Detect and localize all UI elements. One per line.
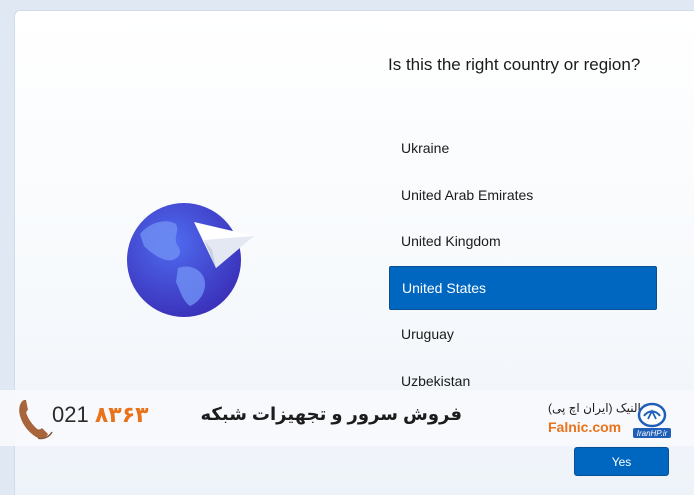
country-item-ukraine[interactable]: Ukraine [389, 126, 657, 170]
globe-icon [127, 203, 254, 317]
country-label: Uzbekistan [401, 372, 471, 389]
country-item-united-states[interactable]: United States [389, 265, 657, 310]
banner-slogan: فروش سرور و تجهیزات شبکه [200, 404, 462, 424]
country-label: United States [402, 279, 487, 296]
page-title: Is this the right country or region? [388, 55, 641, 74]
phone-number: 021 ۸۳۶۳ [52, 402, 149, 428]
logo-text: IranHP.ir [637, 429, 668, 438]
yes-button[interactable]: Yes [574, 447, 669, 476]
country-label: Ukraine [401, 140, 450, 156]
phone-area-code: 021 [52, 402, 89, 427]
phone-digits: ۸۳۶۳ [94, 402, 149, 427]
country-label: United Arab Emirates [401, 186, 534, 203]
country-label: Uruguay [401, 326, 454, 342]
phone-icon [19, 400, 53, 440]
iranhp-logo-icon: IranHP.ir [633, 402, 671, 438]
country-item-united-kingdom[interactable]: United Kingdom [389, 219, 657, 263]
country-item-united-arab-emirates[interactable]: United Arab Emirates [389, 173, 657, 217]
country-item-uruguay[interactable]: Uruguay [389, 312, 657, 356]
brand-name-en: Falnic.com [548, 419, 622, 435]
country-label: United Kingdom [401, 233, 501, 249]
country-list[interactable]: Ukraine United Arab Emirates United King… [389, 126, 657, 405]
